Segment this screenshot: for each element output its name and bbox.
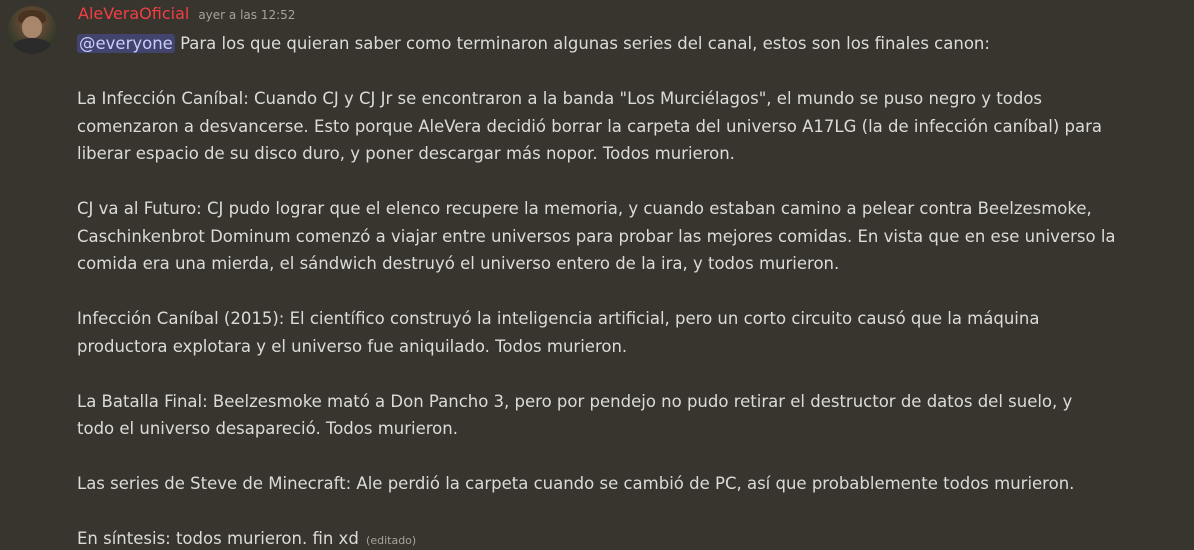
text-line: productora explotara y el universo fue a… — [77, 336, 628, 356]
timestamp[interactable]: ayer a las 12:52 — [198, 8, 295, 22]
message-header: AleVeraOficial ayer a las 12:52 — [78, 4, 295, 26]
text-line: Caschinkenbrot Dominum comenzó a viajar … — [77, 226, 1116, 246]
text-line: CJ va al Futuro: CJ pudo lograr que el e… — [77, 199, 1092, 218]
mention-everyone[interactable]: @everyone — [77, 34, 175, 53]
username[interactable]: AleVeraOficial — [78, 4, 189, 23]
final-line: En síntesis: todos murieron. fin xd (edi… — [77, 525, 1177, 550]
avatar[interactable] — [8, 6, 56, 54]
text-line: comida era una mierda, el sándwich destr… — [77, 254, 840, 273]
text-line: comenzaron a desvancerse. Esto porque Al… — [77, 116, 1102, 136]
text-line: liberar espacio de su disco duro, y pone… — [77, 144, 735, 163]
avatar-shirt — [12, 38, 52, 54]
intro-text: Para los que quieran saber como terminar… — [174, 34, 990, 53]
text-line: todo el universo desapareció. Todos muri… — [77, 419, 458, 438]
text-line: Las series de Steve de Minecraft: Ale pe… — [77, 474, 1075, 493]
message-content: @everyone Para los que quieran saber com… — [77, 30, 1177, 550]
text-line: La Batalla Final: Beelzesmoke mató a Don… — [77, 391, 1073, 411]
edited-label[interactable]: (editado) — [366, 534, 416, 547]
final-text: En síntesis: todos murieron. fin xd — [77, 529, 359, 548]
intro-line: @everyone Para los que quieran saber com… — [77, 30, 1177, 58]
chat-message: AleVeraOficial ayer a las 12:52 @everyon… — [0, 0, 1194, 550]
text-line: Infección Caníbal (2015): El científico … — [77, 309, 1040, 328]
avatar-face — [22, 16, 42, 38]
text-line: La Infección Caníbal: Cuando CJ y CJ Jr … — [77, 89, 1043, 108]
